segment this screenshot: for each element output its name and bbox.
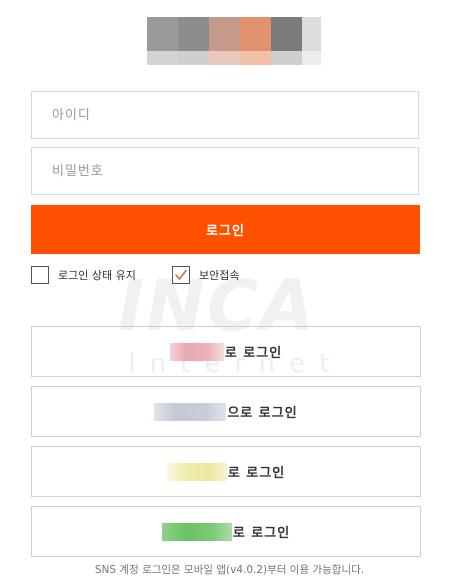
logo-image	[147, 17, 321, 65]
sns-login-label: 로 로그인	[232, 526, 291, 541]
secure-connection-checkbox[interactable]	[172, 266, 190, 284]
sns-login-button-3[interactable]: 로 로그인	[31, 446, 421, 497]
sns-login-label: 로 로그인	[224, 346, 283, 361]
sns-login-label: 으로 로그인	[227, 406, 298, 421]
sns-login-button-4[interactable]: 로 로그인	[31, 506, 421, 557]
sns-provider-logo	[161, 522, 232, 541]
sns-provider-logo	[166, 462, 227, 481]
sns-login-button-2[interactable]: 으로 로그인	[31, 386, 421, 437]
id-input[interactable]	[32, 92, 418, 138]
checkmark-icon	[175, 269, 187, 280]
keep-login-option[interactable]: 로그인 상태 유지	[31, 264, 136, 286]
id-field[interactable]	[31, 91, 419, 139]
sns-provider-logo	[154, 402, 227, 421]
keep-login-label: 로그인 상태 유지	[58, 269, 136, 282]
secure-connection-option[interactable]: 보안접속	[172, 264, 239, 286]
sns-login-button-1[interactable]: 로 로그인	[31, 326, 421, 377]
sns-provider-logo	[169, 342, 224, 361]
sns-login-label: 로 로그인	[227, 466, 286, 481]
keep-login-checkbox[interactable]	[31, 266, 49, 284]
secure-connection-label: 보안접속	[199, 269, 240, 282]
password-field[interactable]	[31, 147, 419, 195]
sns-availability-note: SNS 계정 로그인은 모바일 앱(v4.0.2)부터 이용 가능합니다.	[94, 564, 365, 576]
password-input[interactable]	[32, 148, 418, 194]
login-button[interactable]: 로그인	[31, 205, 420, 254]
